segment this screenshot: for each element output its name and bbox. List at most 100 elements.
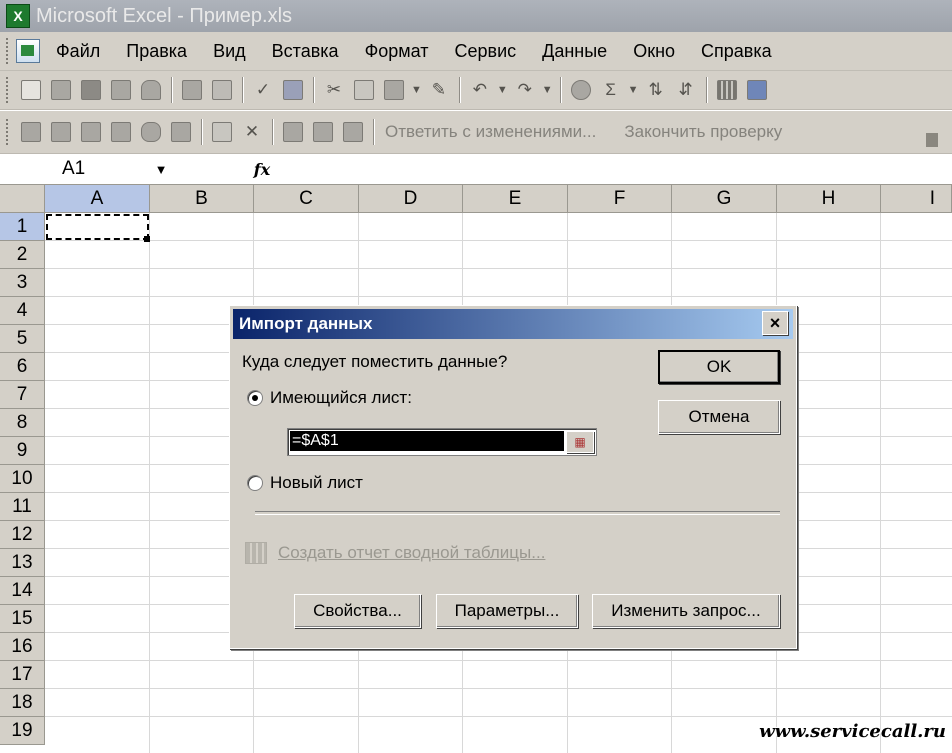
autosum-dropdown-icon[interactable]: ▼	[628, 84, 639, 96]
menu-data[interactable]: Данные	[542, 41, 607, 62]
menu-tools[interactable]: Сервис	[455, 41, 517, 62]
properties-button[interactable]: Свойства...	[294, 594, 421, 628]
reference-value[interactable]: =$A$1	[290, 431, 564, 451]
column-header-d[interactable]: D	[359, 185, 463, 213]
cancel-button[interactable]: Отмена	[658, 400, 780, 434]
menu-insert[interactable]: Вставка	[272, 41, 339, 62]
track-changes-icon[interactable]	[311, 120, 335, 144]
ok-button[interactable]: OK	[658, 350, 780, 384]
row-header-19[interactable]: 19	[0, 717, 45, 745]
erase-ink-icon[interactable]: ✕	[240, 120, 264, 144]
workbook-menu-icon[interactable]	[16, 39, 40, 63]
new-sheet-radio[interactable]	[247, 475, 263, 491]
attach-icon[interactable]	[341, 120, 365, 144]
show-comment-icon[interactable]	[109, 120, 133, 144]
column-header-i[interactable]: I	[881, 185, 952, 213]
row-header-7[interactable]: 7	[0, 381, 45, 409]
ink-annotation-icon[interactable]	[210, 120, 234, 144]
column-header-c[interactable]: C	[254, 185, 359, 213]
cut-icon[interactable]: ✂	[322, 78, 346, 102]
row-header-2[interactable]: 2	[0, 241, 45, 269]
row-header-1[interactable]: 1	[0, 213, 45, 241]
column-header-a[interactable]: A	[45, 185, 150, 213]
copy-icon[interactable]	[352, 78, 376, 102]
row-header-13[interactable]: 13	[0, 549, 45, 577]
toolbar-options-icon[interactable]	[926, 133, 938, 147]
edit-query-button[interactable]: Изменить запрос...	[592, 594, 780, 628]
insert-function-icon[interactable]: fx	[232, 160, 292, 179]
menu-format[interactable]: Формат	[365, 41, 429, 62]
menu-file[interactable]: Файл	[56, 41, 100, 62]
redo-dropdown-icon[interactable]: ▼	[542, 84, 553, 96]
row-header-10[interactable]: 10	[0, 465, 45, 493]
paste-icon[interactable]	[382, 78, 406, 102]
row-header-8[interactable]: 8	[0, 409, 45, 437]
reply-with-changes-button[interactable]: Ответить с изменениями...	[385, 122, 596, 142]
name-box-dropdown-icon[interactable]: ▼	[150, 162, 172, 177]
fill-handle[interactable]	[144, 236, 150, 242]
autosum-icon[interactable]: Σ	[599, 78, 623, 102]
row-header-3[interactable]: 3	[0, 269, 45, 297]
sort-ascending-icon[interactable]: ⇅	[644, 78, 668, 102]
menu-view[interactable]: Вид	[213, 41, 246, 62]
chart-wizard-icon[interactable]	[715, 78, 739, 102]
email-icon[interactable]	[139, 78, 163, 102]
permission-icon[interactable]	[109, 78, 133, 102]
new-comment-icon[interactable]	[19, 120, 43, 144]
row-header-17[interactable]: 17	[0, 661, 45, 689]
row-header-16[interactable]: 16	[0, 633, 45, 661]
show-all-comments-icon[interactable]	[139, 120, 163, 144]
column-header-b[interactable]: B	[150, 185, 254, 213]
format-painter-icon[interactable]: ✎	[427, 78, 451, 102]
column-header-e[interactable]: E	[463, 185, 568, 213]
send-icon[interactable]	[281, 120, 305, 144]
redo-icon[interactable]: ↷	[513, 78, 537, 102]
dialog-title-bar[interactable]: Импорт данных	[233, 309, 793, 339]
column-header-h[interactable]: H	[777, 185, 881, 213]
print-preview-icon[interactable]	[210, 78, 234, 102]
row-header-14[interactable]: 14	[0, 577, 45, 605]
row-header-11[interactable]: 11	[0, 493, 45, 521]
close-icon[interactable]: ×	[762, 311, 788, 335]
drawing-icon[interactable]	[745, 78, 769, 102]
toolbar-grip[interactable]	[6, 119, 12, 145]
row-header-18[interactable]: 18	[0, 689, 45, 717]
new-sheet-label[interactable]: Новый лист	[270, 473, 363, 493]
print-icon[interactable]	[180, 78, 204, 102]
column-header-g[interactable]: G	[672, 185, 777, 213]
next-comment-icon[interactable]	[79, 120, 103, 144]
undo-dropdown-icon[interactable]: ▼	[497, 84, 508, 96]
existing-sheet-radio[interactable]	[247, 390, 263, 406]
row-header-5[interactable]: 5	[0, 325, 45, 353]
row-header-4[interactable]: 4	[0, 297, 45, 325]
collapse-dialog-icon[interactable]: ▦	[566, 431, 594, 453]
row-header-12[interactable]: 12	[0, 521, 45, 549]
save-icon[interactable]	[79, 78, 103, 102]
delete-comment-icon[interactable]	[169, 120, 193, 144]
open-icon[interactable]	[49, 78, 73, 102]
menu-edit[interactable]: Правка	[126, 41, 187, 62]
menu-help[interactable]: Справка	[701, 41, 772, 62]
existing-sheet-label[interactable]: Имеющийся лист:	[270, 388, 412, 408]
end-review-button[interactable]: Закончить проверку	[624, 122, 782, 142]
paste-dropdown-icon[interactable]: ▼	[411, 84, 422, 96]
spelling-icon[interactable]: ✓	[251, 78, 275, 102]
select-all-corner[interactable]	[0, 185, 45, 213]
toolbar-grip[interactable]	[6, 77, 12, 103]
undo-icon[interactable]: ↶	[468, 78, 492, 102]
sort-descending-icon[interactable]: ⇵	[674, 78, 698, 102]
reference-input[interactable]: =$A$1 ▦	[287, 428, 597, 456]
row-header-15[interactable]: 15	[0, 605, 45, 633]
column-header-f[interactable]: F	[568, 185, 672, 213]
name-box[interactable]: A1	[0, 155, 150, 183]
menubar-grip[interactable]	[6, 38, 12, 64]
row-header-6[interactable]: 6	[0, 353, 45, 381]
row-header-9[interactable]: 9	[0, 437, 45, 465]
new-icon[interactable]	[19, 78, 43, 102]
previous-comment-icon[interactable]	[49, 120, 73, 144]
menu-window[interactable]: Окно	[633, 41, 675, 62]
active-cell-a1[interactable]	[46, 214, 149, 240]
parameters-button[interactable]: Параметры...	[436, 594, 578, 628]
research-icon[interactable]	[281, 78, 305, 102]
hyperlink-icon[interactable]	[569, 78, 593, 102]
